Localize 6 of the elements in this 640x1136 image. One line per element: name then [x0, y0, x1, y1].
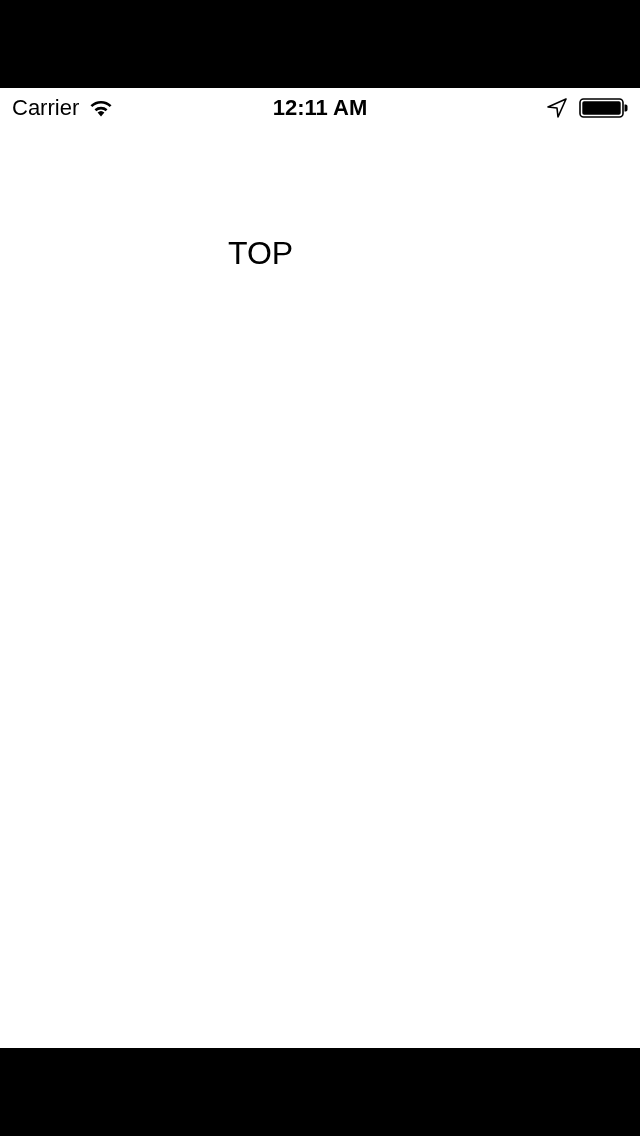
status-time: 12:11 AM	[272, 95, 368, 121]
battery-icon	[579, 98, 628, 118]
location-arrow-icon	[547, 98, 567, 118]
carrier-name: Carrier	[12, 95, 80, 121]
wifi-icon	[89, 99, 114, 117]
top-label: TOP	[228, 234, 294, 272]
